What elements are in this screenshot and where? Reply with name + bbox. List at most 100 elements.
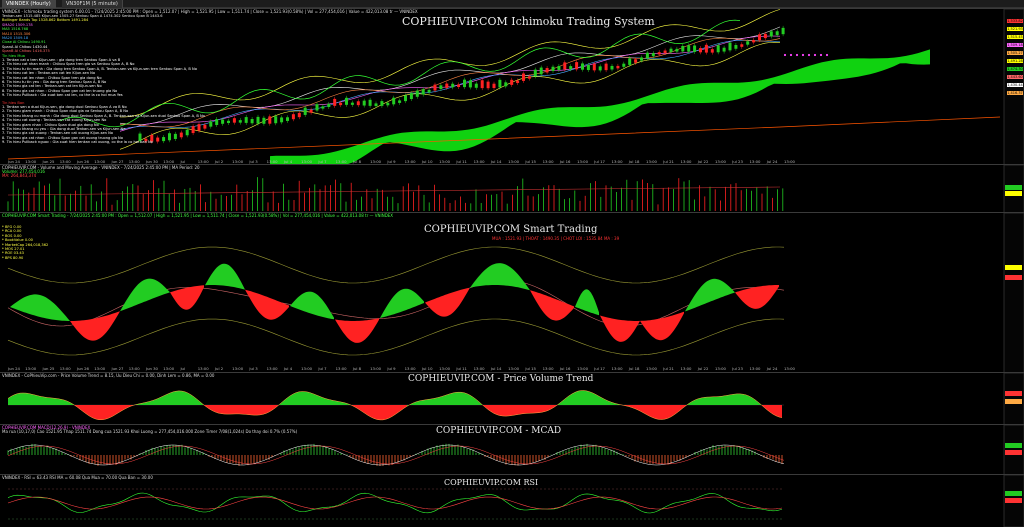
candle-body <box>173 133 177 139</box>
pvt-area <box>173 391 176 405</box>
pvt-area <box>50 397 53 405</box>
candle-body <box>722 47 726 52</box>
candle-body <box>746 41 750 45</box>
tab-vnindex-hourly[interactable]: VNINDEX (Hourly) <box>2 0 56 8</box>
macd-tag <box>1005 443 1022 448</box>
candle-body <box>704 44 708 53</box>
date-tick: 13:00 <box>715 366 727 371</box>
smart-wave <box>575 289 599 316</box>
candle-body <box>215 119 219 126</box>
pvt-area <box>41 396 44 405</box>
date-tick: 13:00 <box>370 366 382 371</box>
pvt-area <box>755 399 758 405</box>
date-tick: Jul <box>179 366 185 371</box>
candle-body <box>498 79 502 88</box>
pvt-area <box>518 405 521 415</box>
candle-body <box>445 83 449 88</box>
date-tick: Jun 26 <box>76 366 90 371</box>
pvt-area <box>464 392 467 405</box>
pvt-area <box>20 392 23 405</box>
smart-trading-panel[interactable]: Jun 24 13:00 Jun 25 13:00 Jun 26 13:00 Jun 27 1… <box>0 212 1024 373</box>
candle-body <box>651 53 655 57</box>
candle-body <box>409 93 413 100</box>
pvt-area <box>647 405 650 417</box>
date-tick: 13:00 <box>405 366 417 371</box>
candle-body <box>386 102 390 106</box>
window-tab-bar: VNINDEX (Hourly) VN30F1M (5 minute) <box>0 0 1024 8</box>
pvt-area <box>29 393 32 405</box>
smart-wave <box>640 311 684 341</box>
date-tick: Jul 17 <box>593 366 605 371</box>
candle-body <box>439 85 443 90</box>
candle-body <box>492 83 496 89</box>
candle-body <box>575 62 579 70</box>
pvt-area <box>521 405 524 414</box>
projection-dot <box>795 53 799 57</box>
candle-body <box>362 100 366 106</box>
macd-header-details: Ma rua (10,17,0) Cao 1521.95 Thap 1511.7… <box>2 429 298 434</box>
pvt-area <box>581 390 584 405</box>
pvt-area <box>380 405 383 420</box>
projection-dot <box>825 53 829 57</box>
date-tick: Jul 24 <box>766 366 778 371</box>
pvt-area <box>299 391 302 405</box>
date-tick: Jul 14 <box>490 366 502 371</box>
tab-vn30f1m-5min[interactable]: VN30F1M (5 minute) <box>62 0 123 8</box>
date-tick: Jul 15 <box>524 366 536 371</box>
date-tick: 13:00 <box>508 366 520 371</box>
pvt-area <box>467 393 470 405</box>
date-tick: Jul 11 <box>455 366 467 371</box>
pvt-area <box>680 405 683 411</box>
projection-dot <box>789 53 793 57</box>
date-tick: 13:00 <box>94 366 106 371</box>
candle-body <box>657 52 661 55</box>
volume-panel[interactable]: COPHIEUVIP.COM - Volume and Moving Avera… <box>0 164 1024 213</box>
pvt-area <box>506 405 509 417</box>
candle-body <box>634 59 638 63</box>
pvt-area <box>395 405 398 415</box>
pvt-panel[interactable]: VNINDEX - CoPhieuVip.com - Price Volume … <box>0 372 1024 425</box>
date-tick: 13:00 <box>301 366 313 371</box>
candle-body <box>616 65 620 69</box>
smart-wave <box>600 315 640 342</box>
price-tag: 1,443.60 <box>1007 75 1023 79</box>
volume-chart[interactable] <box>0 165 1024 213</box>
candle-body <box>209 121 213 127</box>
candle-body <box>315 104 319 111</box>
candle-body <box>640 57 643 61</box>
pvt-area <box>242 405 245 415</box>
pvt-area <box>509 405 512 416</box>
price-tag: 1,416.37 <box>1007 91 1023 95</box>
pvt-area <box>578 390 581 405</box>
pvt-area <box>440 396 443 405</box>
candle-body <box>586 64 590 71</box>
ichimoku-panel[interactable]: Jun 24 13:00 Jun 25 13:00 Jun 26 13:00 Jun 27 1… <box>0 8 1024 165</box>
candle-body <box>321 106 325 109</box>
pvt-area <box>530 405 533 414</box>
date-tick: 13:00 <box>681 366 693 371</box>
candle-body <box>256 116 260 124</box>
smart-wave <box>470 263 530 291</box>
macd-panel[interactable]: COPHIEUVIP.COM MACD(12,26,9) - VNINDEX M… <box>0 424 1024 475</box>
candle-body <box>604 63 608 71</box>
candle-body <box>162 137 166 142</box>
pvt-area <box>101 405 104 420</box>
ichimoku-chart[interactable]: Jun 24 13:00 Jun 25 13:00 Jun 26 13:00 Jun 27 1… <box>0 9 1024 165</box>
candle-body <box>457 84 461 88</box>
pvt-area <box>248 405 251 415</box>
pvt-area <box>311 392 314 405</box>
candle-body <box>250 119 254 124</box>
date-tick: 13:00 <box>25 366 37 371</box>
candle-body <box>592 63 596 71</box>
pvt-area <box>89 405 92 418</box>
pvt-area <box>92 405 95 419</box>
pvt-area <box>500 405 503 417</box>
pvt-area <box>653 405 656 419</box>
volume-ma-tag <box>1005 191 1022 196</box>
candle-body <box>763 33 767 39</box>
candle-body <box>244 117 248 123</box>
price-tag: 1,521.93 <box>1007 27 1023 31</box>
rsi-panel[interactable]: VNINDEX - RSI = 63.43 RSI MA = 60.08 Qua… <box>0 474 1024 527</box>
smart-trading-header: COPHIEUVIP.COM Smart Trading - 7/24/2025… <box>2 213 394 218</box>
price-tag: 1,430.44 <box>1007 83 1023 87</box>
